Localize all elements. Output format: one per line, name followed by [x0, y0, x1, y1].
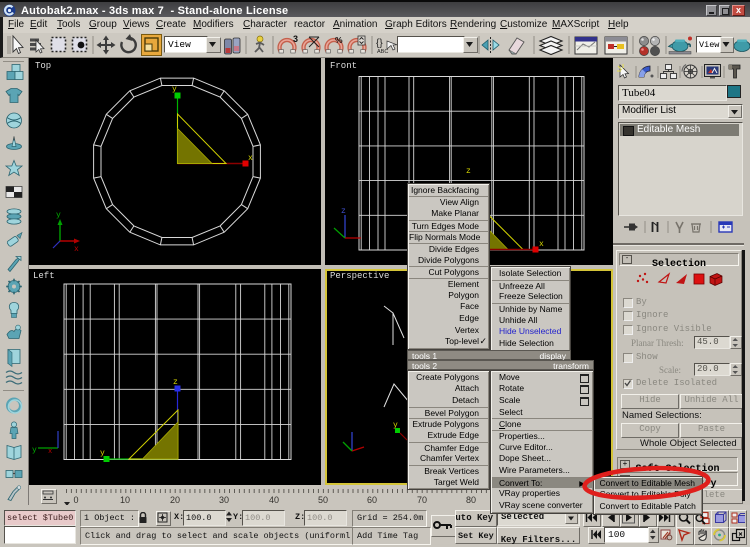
- svg-text:70: 70: [417, 495, 427, 505]
- svg-text:40: 40: [269, 495, 279, 505]
- svg-text:10: 10: [120, 495, 130, 505]
- svg-text:ABC: ABC: [377, 49, 388, 55]
- svg-text:%: %: [335, 35, 343, 45]
- svg-text:80: 80: [466, 495, 476, 505]
- svg-text:3: 3: [293, 34, 298, 44]
- svg-text:30: 30: [219, 495, 229, 505]
- svg-text:60: 60: [367, 495, 377, 505]
- svg-text:50: 50: [318, 495, 328, 505]
- svg-text:{}: {}: [376, 38, 383, 49]
- svg-text:0: 0: [73, 495, 78, 505]
- svg-text:20: 20: [170, 495, 180, 505]
